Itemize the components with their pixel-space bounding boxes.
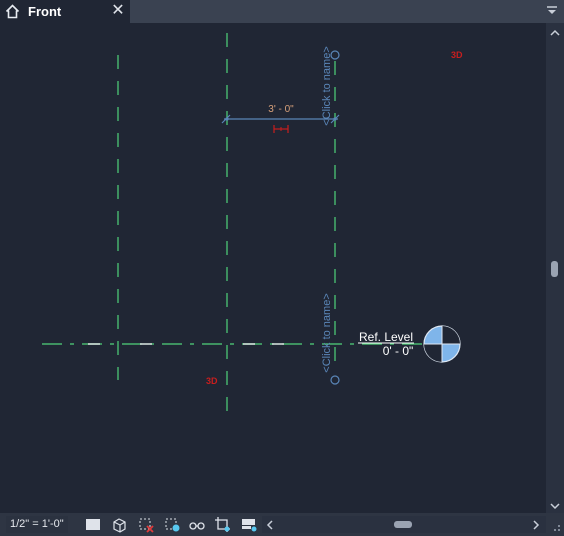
- horizontal-scrollbar[interactable]: [262, 516, 546, 533]
- vertical-scroll-thumb[interactable]: [551, 261, 558, 277]
- grid-bubble-bottom[interactable]: [330, 375, 340, 385]
- 3d-tag-bottom[interactable]: 3D: [206, 376, 218, 386]
- level-elevation[interactable]: 0' - 0": [383, 344, 414, 358]
- view-scale-button[interactable]: 1/2" = 1'-0": [6, 516, 68, 533]
- home-icon: [5, 4, 20, 19]
- 3d-tag-top[interactable]: 3D: [451, 50, 463, 60]
- scroll-right-icon[interactable]: [530, 518, 542, 530]
- dimension-text[interactable]: 3' - 0": [268, 104, 294, 115]
- temporary-hide-isolate-icon[interactable]: [163, 516, 181, 533]
- vertical-scrollbar[interactable]: [546, 23, 564, 513]
- grid-name-label-top[interactable]: <Click to name>: [321, 46, 333, 125]
- level-name[interactable]: Ref. Level: [359, 330, 413, 344]
- view-tab-front[interactable]: Front ✕: [0, 0, 130, 23]
- view-tab-bar: Front ✕: [0, 0, 564, 23]
- reveal-hidden-icon[interactable]: [137, 516, 155, 533]
- detail-level-icon[interactable]: [84, 516, 102, 533]
- close-icon[interactable]: ✕: [110, 3, 126, 19]
- grid-name-label-bottom[interactable]: <Click to name>: [321, 293, 333, 372]
- tab-dropdown-icon[interactable]: [544, 4, 560, 18]
- view-properties-icon[interactable]: [240, 516, 258, 533]
- crop-view-icon[interactable]: [214, 516, 232, 533]
- horizontal-scroll-thumb[interactable]: [394, 521, 412, 528]
- scroll-up-icon[interactable]: [549, 26, 561, 38]
- view-control-bar: 1/2" = 1'-0": [0, 513, 564, 536]
- dimension-lock-icon[interactable]: [273, 125, 289, 133]
- scroll-down-icon[interactable]: [549, 499, 561, 511]
- scroll-left-icon[interactable]: [264, 518, 276, 530]
- revit-view-window: Front ✕ 3' - 0" <Click to name> <Click t…: [0, 0, 564, 536]
- resize-grip-icon[interactable]: [550, 516, 562, 533]
- drawing-canvas[interactable]: 3' - 0" <Click to name> <Click to name> …: [0, 23, 546, 513]
- level-head-icon[interactable]: [423, 325, 461, 363]
- show-analytical-model-icon[interactable]: [188, 516, 206, 533]
- view-tab-title: Front: [28, 4, 62, 19]
- visual-style-icon[interactable]: [110, 516, 128, 533]
